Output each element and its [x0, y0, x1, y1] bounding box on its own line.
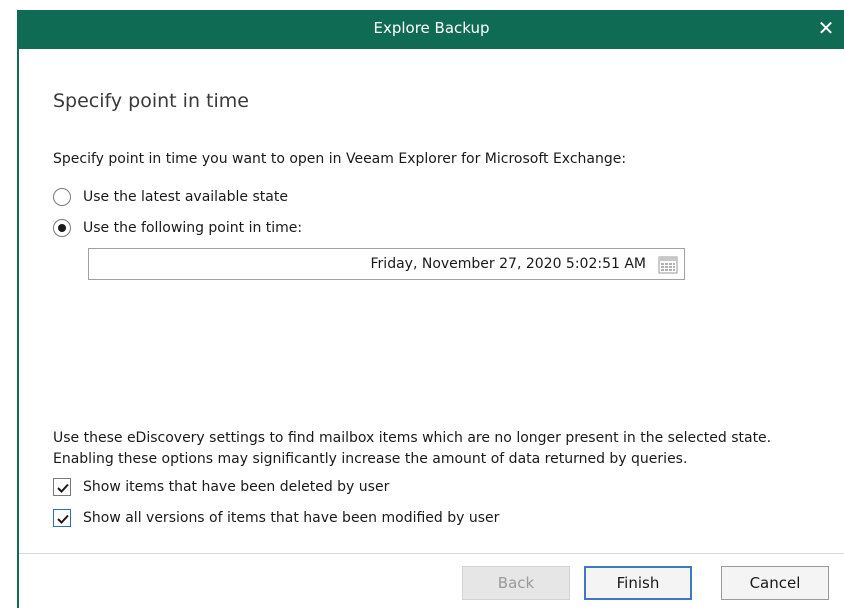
background-left — [0, 0, 17, 608]
latest-state-option[interactable]: Use the latest available state — [53, 186, 288, 208]
latest-state-radio[interactable] — [53, 188, 71, 206]
point-in-time-label: Use the following point in time: — [83, 220, 303, 236]
show-deleted-label: Show items that have been deleted by use… — [83, 479, 390, 495]
finish-button[interactable]: Finish — [584, 566, 692, 600]
show-versions-checkbox[interactable] — [53, 509, 71, 527]
explore-backup-dialog: Explore Backup ✕ Specify point in time S… — [17, 10, 844, 608]
title-bar: Explore Backup ✕ — [19, 10, 844, 49]
checkmark-icon — [57, 483, 69, 493]
datetime-value[interactable]: Friday, November 27, 2020 5:02:51 AM — [371, 256, 646, 272]
close-icon[interactable]: ✕ — [814, 15, 838, 41]
checkmark-icon — [57, 514, 69, 524]
latest-state-label: Use the latest available state — [83, 189, 288, 205]
show-deleted-option[interactable]: Show items that have been deleted by use… — [53, 476, 389, 498]
page-description: Specify point in time you want to open i… — [53, 151, 627, 167]
ediscovery-line-2: Enabling these options may significantly… — [53, 451, 688, 467]
footer-divider — [19, 553, 844, 554]
page-heading: Specify point in time — [53, 90, 249, 112]
ediscovery-description: Use these eDiscovery settings to find ma… — [53, 428, 843, 470]
window-title: Explore Backup — [373, 19, 490, 37]
show-versions-label: Show all versions of items that have bee… — [83, 510, 500, 526]
show-versions-option[interactable]: Show all versions of items that have bee… — [53, 507, 499, 529]
datetime-picker[interactable]: Friday, November 27, 2020 5:02:51 AM — [88, 248, 685, 280]
ediscovery-line-1: Use these eDiscovery settings to find ma… — [53, 430, 772, 446]
point-in-time-radio[interactable] — [53, 219, 71, 237]
point-in-time-option[interactable]: Use the following point in time: — [53, 217, 302, 239]
back-button[interactable]: Back — [462, 566, 570, 600]
cancel-button[interactable]: Cancel — [721, 566, 829, 600]
show-deleted-checkbox[interactable] — [53, 478, 71, 496]
calendar-icon[interactable] — [658, 254, 678, 274]
